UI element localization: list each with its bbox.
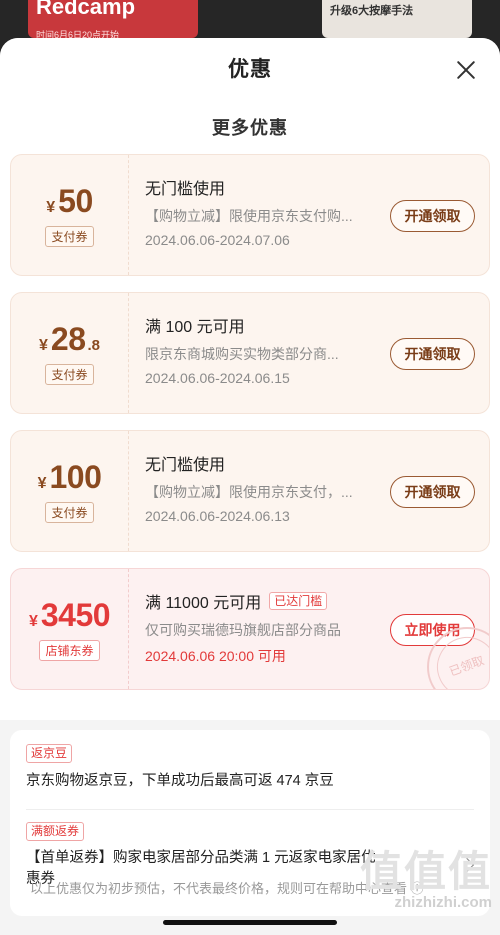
coupon-card: ¥ 28 .8 支付券 满 100 元可用 限京东商城购买实物类部分商... 2…: [10, 292, 490, 414]
section-title: 更多优惠: [212, 118, 288, 138]
coupon-amount: ¥ 3450: [28, 597, 111, 634]
amount-decimal: .8: [87, 337, 100, 354]
coupon-description: 【购物立减】限使用京东支付，...: [145, 484, 353, 500]
currency-symbol: ¥: [46, 199, 56, 216]
coupon-type-tag: 支付券: [45, 226, 94, 247]
currency-symbol: ¥: [28, 613, 38, 630]
coupon-amount-block: ¥ 3450 店铺东券: [11, 569, 129, 689]
coupon-title: 无门槛使用: [145, 181, 226, 198]
coupon-amount: ¥ 28 .8: [39, 321, 100, 358]
coupon-sheet: 优惠 更多优惠 ¥ 50 支付券 无门槛使用 【购物立减】限使用京东支付购...…: [0, 38, 500, 935]
home-indicator[interactable]: [163, 920, 337, 925]
close-icon[interactable]: [454, 58, 478, 82]
background-banner-left-title: Redcamp: [36, 0, 136, 19]
threshold-reached-badge: 已达门槛: [269, 592, 328, 610]
sheet-header: 优惠: [0, 38, 500, 102]
activate-claim-button[interactable]: 开通领取: [390, 476, 475, 508]
coupon-amount: ¥ 100: [38, 459, 102, 496]
coupon-description: 【购物立减】限使用京东支付购...: [145, 208, 353, 224]
jd-beans-tag: 返京豆: [26, 744, 73, 763]
coupon-title: 满 100 元可用: [145, 319, 245, 336]
watermark-url: zhizhizhi.com: [394, 894, 493, 911]
coupon-amount-block: ¥ 28 .8 支付券: [11, 293, 129, 413]
coupon-type-tag: 支付券: [45, 502, 94, 523]
coupon-amount: ¥ 50: [46, 183, 93, 220]
coupon-date: 2024.06.06-2024.06.15: [145, 370, 290, 386]
claimed-stamp-text: 已领取: [428, 628, 489, 689]
coupon-date: 2024.06.06-2024.06.13: [145, 508, 290, 524]
coupon-list-area: 更多优惠 ¥ 50 支付券 无门槛使用 【购物立减】限使用京东支付购... 20…: [0, 102, 500, 720]
coupon-title: 满 11000 元可用 已达门槛: [145, 589, 489, 613]
activate-claim-button[interactable]: 开通领取: [390, 338, 475, 370]
currency-symbol: ¥: [38, 337, 48, 354]
coupon-description: 仅可购买瑞德玛旗舰店部分商品: [145, 622, 341, 638]
amount-value: 3450: [40, 597, 111, 633]
coupon-card: ¥ 50 支付券 无门槛使用 【购物立减】限使用京东支付购... 2024.06…: [10, 154, 490, 276]
store-coupon-card: ¥ 3450 店铺东券 满 11000 元可用 已达门槛 仅可购买瑞德玛旗舰店部…: [10, 568, 490, 690]
return-coupon-tag: 满额返券: [26, 822, 85, 841]
watermark-logo: 值值值: [359, 848, 492, 895]
coupon-card: ¥ 100 支付券 无门槛使用 【购物立减】限使用京东支付，... 2024.0…: [10, 430, 490, 552]
currency-symbol: ¥: [37, 475, 47, 492]
site-watermark: 值值值 zhizhizhi.com: [359, 848, 493, 912]
coupon-amount-block: ¥ 100 支付券: [11, 431, 129, 551]
coupon-type-tag: 店铺东券: [39, 640, 100, 661]
coupon-type-tag: 支付券: [45, 364, 94, 385]
coupon-amount-block: ¥ 50 支付券: [11, 155, 129, 275]
background-banner-left: Redcamp 时间6月6日20点开始: [28, 0, 198, 40]
coupon-description: 限京东商城购买实物类部分商...: [145, 346, 339, 362]
activate-claim-button[interactable]: 开通领取: [390, 200, 475, 232]
jd-beans-text: 京东购物返京豆，下单成功后最高可返 474 京豆: [26, 773, 334, 789]
coupon-date: 2024.06.06-2024.07.06: [145, 232, 290, 248]
divider: [26, 809, 474, 810]
coupon-title-text: 满 11000 元可用: [145, 595, 262, 612]
amount-value: 100: [49, 459, 102, 495]
amount-value: 28: [50, 321, 86, 357]
background-banner-right: 升级6大按摩手法: [322, 0, 472, 38]
sheet-title: 优惠: [228, 58, 272, 81]
coupon-title: 无门槛使用: [145, 457, 226, 474]
amount-value: 50: [58, 183, 93, 219]
